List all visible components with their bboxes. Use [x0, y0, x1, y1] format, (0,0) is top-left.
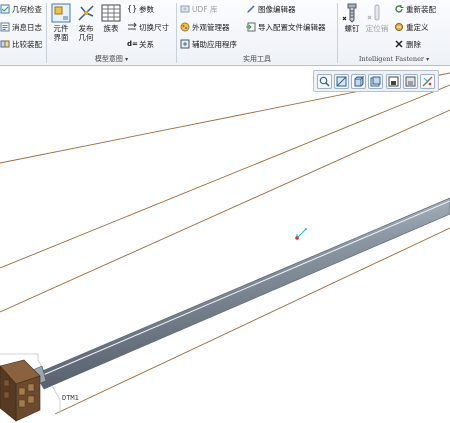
screw-icon: [342, 3, 357, 23]
render-options-icon: [405, 76, 416, 86]
graphics-toolbar: [313, 70, 439, 92]
datum-display-icon: [422, 76, 433, 86]
chevron-down-icon: ▾: [125, 56, 129, 63]
import-config-editor-button[interactable]: 导入配置文件编辑器: [246, 21, 326, 33]
geometry-check-button[interactable]: 几何检查: [0, 3, 42, 15]
dowel-pin-icon: [367, 4, 380, 21]
family-table-label: 族表: [103, 24, 119, 33]
appearance-manager-icon: [180, 22, 190, 32]
reassemble-button[interactable]: 重新装配: [394, 3, 436, 15]
screw-button[interactable]: 螺钉: [340, 3, 364, 33]
zoom-icon: [319, 76, 330, 87]
group-intelligent-fastener-label: Intelligent Fastener: [358, 55, 425, 63]
switch-dimensions-label: 切换尺寸: [139, 22, 169, 32]
udf-library-icon: [180, 5, 190, 13]
parameters-label: 参数: [139, 4, 154, 14]
publish-geometry-icon: [78, 5, 94, 21]
redefine-button[interactable]: 重定义: [394, 21, 429, 33]
refit-icon: [336, 76, 347, 86]
group-utilities-label: 实用工具: [243, 55, 271, 63]
braces-icon: {}: [127, 4, 138, 13]
chevron-down-icon: ▾: [426, 56, 430, 63]
display-style-button[interactable]: [385, 73, 401, 89]
compare-assembly-button[interactable]: 比较装配: [0, 38, 42, 50]
switch-dimensions-button[interactable]: 切换尺寸: [127, 21, 169, 33]
group-utilities: 实用工具: [177, 53, 337, 65]
relations-label: 关系: [139, 39, 154, 49]
auxiliary-applications-icon: [180, 39, 190, 49]
reassemble-label: 重新装配: [406, 4, 436, 14]
view-orient-button[interactable]: [351, 73, 367, 89]
graphics-viewport[interactable]: DTM1: [0, 66, 450, 423]
parameters-button[interactable]: {} 参数: [127, 3, 154, 15]
edge-line: [0, 109, 450, 313]
saved-views-button[interactable]: [368, 73, 384, 89]
publish-geometry-button[interactable]: 发布 几何: [74, 3, 98, 42]
import-config-editor-label: 导入配置文件编辑器: [258, 22, 326, 32]
group-intelligent-fastener[interactable]: Intelligent Fastener ▾: [338, 53, 450, 65]
appearance-manager-label: 外观管理器: [192, 22, 230, 32]
auxiliary-applications-label: 辅助应用程序: [192, 39, 237, 49]
display-style-icon: [388, 76, 399, 86]
dowel-pin-button[interactable]: 定位销: [365, 3, 389, 33]
render-options-button[interactable]: [402, 73, 418, 89]
delete-button[interactable]: 删除: [394, 38, 421, 50]
family-table-icon: [101, 4, 121, 22]
switch-dimensions-icon: [128, 22, 137, 30]
redefine-icon: [395, 23, 403, 31]
shaft-highlight: [35, 200, 450, 379]
ribbon: 几何检查 消息日志 比较装配 元件 界面 发布 几何 族表 {} 参数 切换尺寸…: [0, 0, 450, 66]
geometry-check-icon: [0, 4, 10, 14]
relations-button[interactable]: d= 关系: [127, 38, 154, 50]
udf-library-button[interactable]: UDF 库: [180, 3, 217, 15]
relations-icon: d=: [127, 40, 138, 48]
image-editor-label: 图像编辑器: [258, 4, 296, 14]
saved-views-icon: [370, 76, 381, 86]
zoom-button[interactable]: [317, 73, 333, 89]
geometry-check-label: 几何检查: [12, 4, 42, 14]
refit-button[interactable]: [334, 73, 350, 89]
shaft[interactable]: [34, 197, 450, 390]
screw-label: 螺钉: [344, 24, 360, 33]
group-model-intent[interactable]: 模型意图 ▾: [47, 53, 176, 65]
cube-icon: [354, 75, 365, 86]
datum-label[interactable]: DTM1: [62, 394, 79, 402]
reassemble-icon: [395, 5, 404, 13]
datum-display-button[interactable]: [419, 73, 435, 89]
compare-assembly-icon: [0, 40, 10, 48]
component-interface-label-2: 界面: [53, 33, 69, 42]
message-log-label: 消息日志: [12, 22, 42, 32]
auxiliary-applications-button[interactable]: 辅助应用程序: [180, 38, 237, 50]
redefine-label: 重定义: [406, 22, 429, 32]
family-table-button[interactable]: 族表: [99, 3, 123, 33]
group-model-intent-label: 模型意图: [94, 55, 123, 63]
appearance-manager-button[interactable]: 外观管理器: [180, 21, 230, 33]
component-interface-icon: [51, 3, 71, 23]
publish-geometry-label-1: 发布: [78, 24, 94, 33]
import-config-editor-icon: [246, 22, 256, 32]
delete-label: 删除: [406, 39, 421, 49]
component-interface-button[interactable]: 元件 界面: [49, 3, 73, 42]
component-interface-label-1: 元件: [53, 24, 69, 33]
publish-geometry-label-2: 几何: [78, 33, 94, 42]
coordinate-system-marker[interactable]: [295, 228, 307, 240]
message-log-icon: [0, 22, 10, 32]
image-editor-icon: [247, 5, 255, 13]
message-log-button[interactable]: 消息日志: [0, 21, 42, 33]
dowel-pin-label: 定位销: [365, 24, 389, 33]
image-editor-button[interactable]: 图像编辑器: [246, 3, 296, 15]
udf-library-label: UDF 库: [192, 4, 218, 14]
edge-line: [54, 227, 450, 415]
delete-icon: [395, 40, 403, 48]
compare-assembly-label: 比较装配: [12, 39, 42, 49]
